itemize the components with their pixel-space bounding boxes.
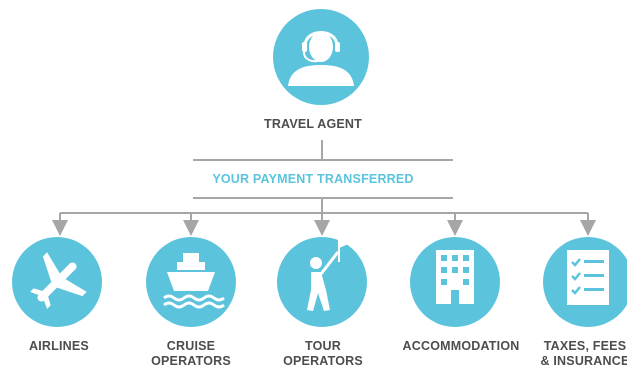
- hotel-building-icon: [436, 250, 474, 304]
- airlines-label-line-1: AIRLINES: [29, 339, 89, 353]
- tour-operators-label: TOUR OPERATORS: [263, 339, 383, 369]
- cruise-operators-label: CRUISE OPERATORS: [131, 339, 251, 369]
- airlines-label: AIRLINES: [0, 339, 118, 354]
- travel-agent-label: TRAVEL AGENT: [263, 117, 362, 131]
- taxes-fees-insurance-label: TAXES, FEES & INSURANCE: [535, 339, 627, 369]
- accommodation-node: [410, 237, 500, 327]
- tour-label-line-2: OPERATORS: [283, 354, 363, 368]
- cruise-label-line-2: OPERATORS: [151, 354, 231, 368]
- airlines-node: [12, 237, 102, 327]
- taxes-label-line-1: TAXES, FEES: [543, 339, 627, 353]
- accommodation-label-line-1: ACCOMMODATION: [402, 339, 520, 353]
- tour-node: [277, 237, 367, 327]
- tour-label-line-1: TOUR: [305, 339, 341, 353]
- cruise-node: [146, 237, 236, 327]
- payment-flow-diagram: TRAVEL AGENT YOUR PAYMENT TRANSFERRED AI…: [0, 0, 627, 369]
- taxes-label-line-2: & INSURANCE: [540, 354, 627, 368]
- checklist-icon: [567, 250, 609, 305]
- cruise-label-line-1: CRUISE: [166, 339, 216, 353]
- payment-transferred-label: YOUR PAYMENT TRANSFERRED: [212, 172, 414, 186]
- taxes-node: [543, 237, 627, 327]
- accommodation-label: ACCOMMODATION: [390, 339, 532, 354]
- travel-agent-node: [273, 9, 369, 105]
